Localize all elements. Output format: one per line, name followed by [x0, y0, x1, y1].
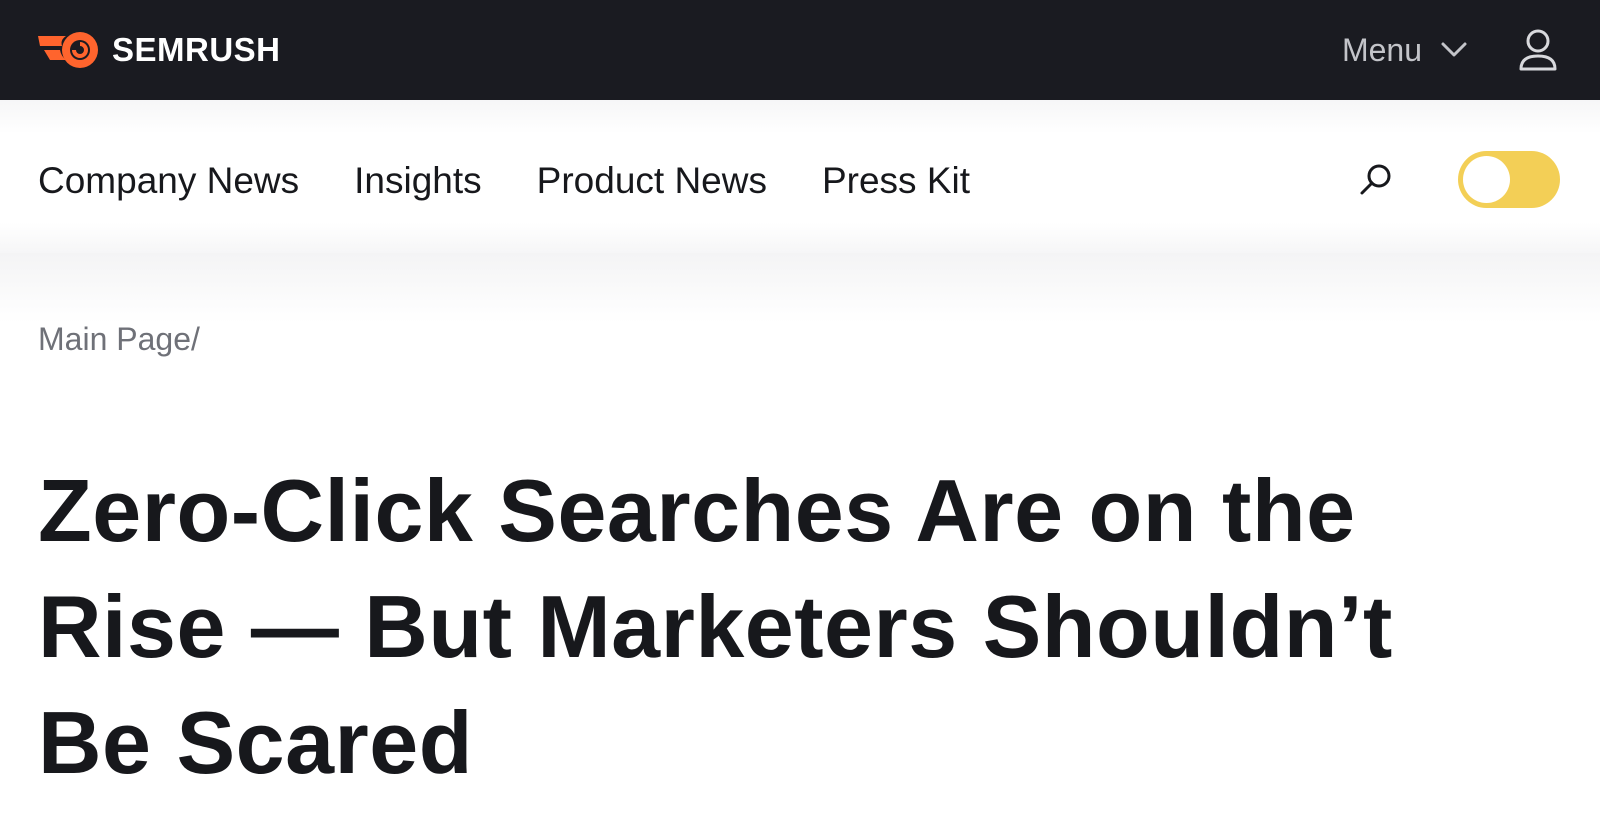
semrush-flame-logo-icon [38, 32, 98, 68]
chevron-down-icon [1441, 42, 1467, 57]
section-nav: Company News Insights Product News Press… [0, 100, 1600, 253]
breadcrumb: Main Page/ [38, 253, 1562, 358]
top-right-controls: Menu [1342, 28, 1558, 72]
menu-dropdown[interactable]: Menu [1342, 32, 1468, 69]
breadcrumb-separator: / [190, 321, 200, 357]
logo-text: SEMRUSH [112, 31, 281, 68]
toggle-knob [1463, 156, 1510, 203]
top-bar: SEMRUSH Menu [0, 0, 1600, 100]
nav-link-insights[interactable]: Insights [354, 160, 482, 202]
semrush-logo[interactable]: SEMRUSH [36, 30, 281, 70]
nav-link-press-kit[interactable]: Press Kit [822, 160, 970, 202]
theme-toggle[interactable] [1458, 151, 1560, 208]
user-account-button[interactable] [1518, 28, 1558, 72]
article-title: Zero-Click Searches Are on the Rise — Bu… [38, 461, 1393, 792]
breadcrumb-main-page[interactable]: Main Page [38, 321, 191, 357]
section-nav-controls [1358, 151, 1560, 208]
nav-link-product-news[interactable]: Product News [537, 160, 767, 202]
search-icon [1360, 164, 1391, 194]
section-nav-links: Company News Insights Product News Press… [38, 160, 1025, 202]
main-content: Main Page/ Zero-Click Searches Are on th… [0, 253, 1600, 823]
search-button[interactable] [1358, 162, 1394, 198]
menu-label: Menu [1341, 31, 1422, 68]
user-icon [1519, 29, 1557, 71]
nav-link-company-news[interactable]: Company News [38, 160, 299, 202]
